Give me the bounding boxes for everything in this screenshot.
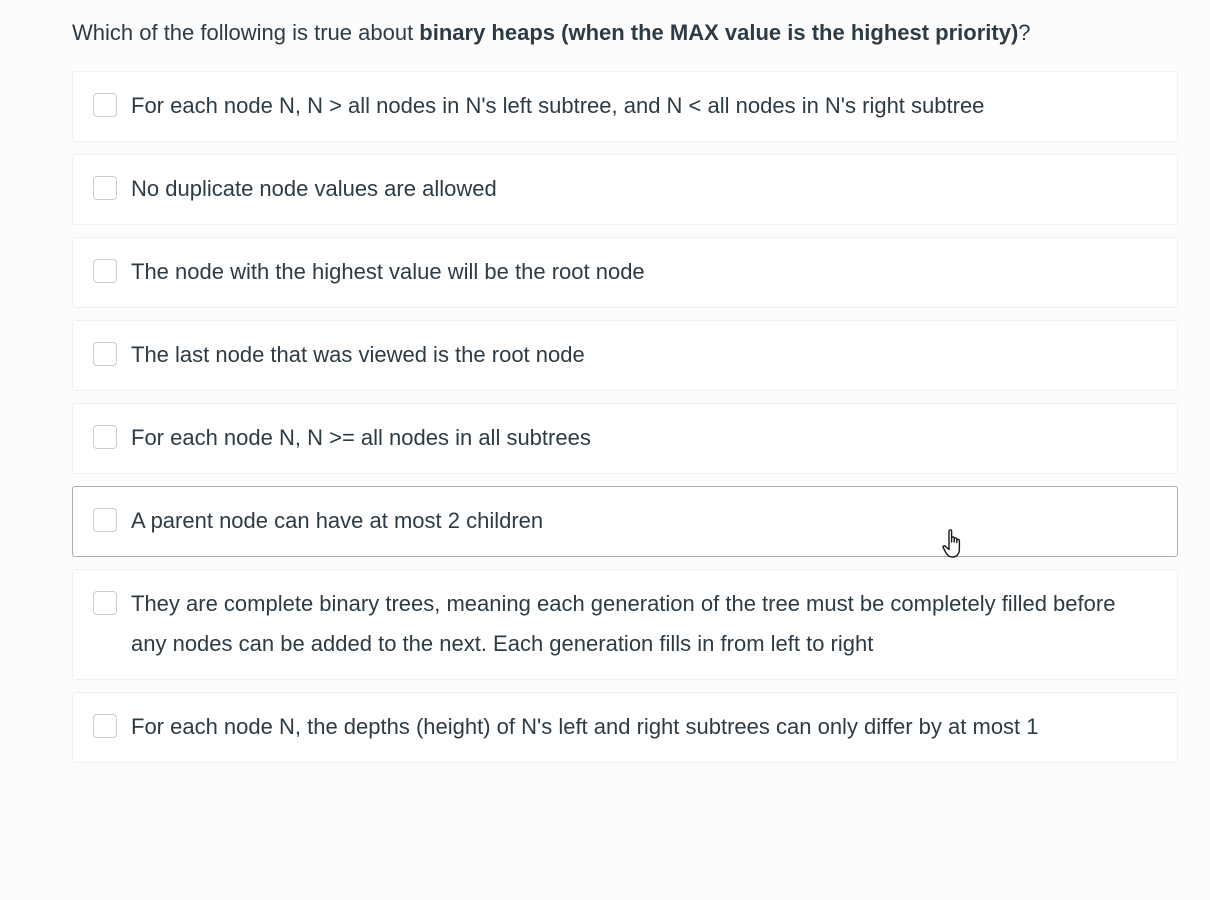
answer-checkbox[interactable] xyxy=(93,714,117,738)
answer-label: For each node N, the depths (height) of … xyxy=(131,714,1039,739)
answer-option[interactable]: For each node N, N >= all nodes in all s… xyxy=(72,403,1178,474)
answer-checkbox[interactable] xyxy=(93,342,117,366)
answer-label: They are complete binary trees, meaning … xyxy=(131,591,1116,656)
hand-pointer-icon xyxy=(942,529,961,558)
question-text: Which of the following is true about bin… xyxy=(72,12,1178,53)
answer-checkbox[interactable] xyxy=(93,176,117,200)
answer-option-hovered[interactable]: A parent node can have at most 2 childre… xyxy=(72,486,1178,557)
answer-label: For each node N, N >= all nodes in all s… xyxy=(131,425,591,450)
answer-checkbox[interactable] xyxy=(93,508,117,532)
answer-option[interactable]: The last node that was viewed is the roo… xyxy=(72,320,1178,391)
answer-label: For each node N, N > all nodes in N's le… xyxy=(131,93,985,118)
answer-list: For each node N, N > all nodes in N's le… xyxy=(72,71,1178,763)
answer-option[interactable]: They are complete binary trees, meaning … xyxy=(72,569,1178,680)
answer-checkbox[interactable] xyxy=(93,591,117,615)
quiz-question-block: Which of the following is true about bin… xyxy=(72,12,1178,763)
answer-option[interactable]: For each node N, the depths (height) of … xyxy=(72,692,1178,763)
answer-option[interactable]: The node with the highest value will be … xyxy=(72,237,1178,308)
answer-checkbox[interactable] xyxy=(93,425,117,449)
question-bold: binary heaps (when the MAX value is the … xyxy=(419,20,1019,45)
answer-label: The node with the highest value will be … xyxy=(131,259,645,284)
question-suffix: ? xyxy=(1018,20,1031,45)
question-prefix: Which of the following is true about xyxy=(72,20,420,45)
answer-checkbox[interactable] xyxy=(93,259,117,283)
answer-checkbox[interactable] xyxy=(93,93,117,117)
answer-label: The last node that was viewed is the roo… xyxy=(131,342,585,367)
answer-option[interactable]: For each node N, N > all nodes in N's le… xyxy=(72,71,1178,142)
answer-option[interactable]: No duplicate node values are allowed xyxy=(72,154,1178,225)
answer-label: No duplicate node values are allowed xyxy=(131,176,497,201)
answer-label: A parent node can have at most 2 childre… xyxy=(131,508,544,533)
